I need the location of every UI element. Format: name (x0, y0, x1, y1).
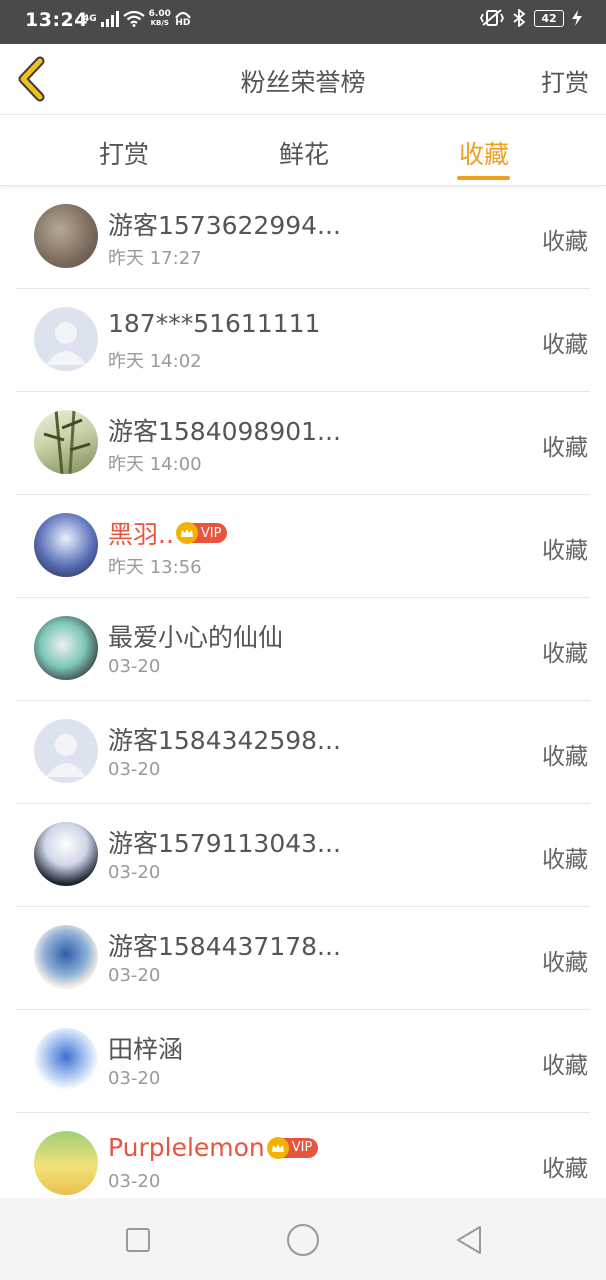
battery-indicator: 42 (534, 9, 564, 27)
user-name: 游客1584437178... (108, 932, 341, 961)
action-label: 收藏 (542, 435, 588, 461)
record-time: 03-20 (108, 1068, 161, 1089)
square-icon (126, 1228, 150, 1252)
avatar (34, 925, 98, 989)
record-time: 昨天 14:00 (108, 454, 202, 475)
network-type: 4G (83, 13, 97, 24)
record-time: 03-20 (108, 1171, 161, 1192)
action-label: 收藏 (542, 229, 588, 255)
vibrate-icon (480, 9, 504, 26)
record-time: 03-20 (108, 965, 161, 986)
avatar (34, 822, 98, 886)
wifi-icon (122, 11, 145, 27)
tab-favorites[interactable]: 收藏 (459, 135, 509, 171)
record-time: 昨天 14:02 (108, 351, 202, 372)
recents-button[interactable] (120, 1222, 156, 1258)
avatar (34, 307, 98, 371)
avatar (34, 616, 98, 680)
status-bar: 13:24 4G 6.00 KB/S HD 42 (0, 0, 606, 44)
user-name-text: 黑羽.. (108, 520, 174, 549)
app-header: 粉丝荣誉榜 打赏 (0, 44, 606, 115)
action-label: 收藏 (542, 1156, 588, 1182)
user-name-text: Purplelemon (108, 1133, 265, 1162)
action-label: 收藏 (542, 1053, 588, 1079)
action-label: 收藏 (542, 847, 588, 873)
avatar (34, 1028, 98, 1092)
user-name: 187***51611111 (108, 309, 321, 338)
action-label: 收藏 (542, 332, 588, 358)
default-avatar-icon (46, 734, 86, 777)
avatar (34, 719, 98, 783)
back-nav-button[interactable] (452, 1222, 488, 1258)
signal-icon (100, 11, 119, 27)
avatar (34, 1131, 98, 1195)
list-item[interactable]: 游客1573622994... 昨天 17:27 收藏 (16, 186, 590, 289)
user-name: Purplelemon VIP (108, 1133, 319, 1162)
record-time: 03-20 (108, 862, 161, 883)
list-item[interactable]: 187***51611111 昨天 14:02 收藏 (16, 289, 590, 392)
action-label: 收藏 (542, 950, 588, 976)
record-time: 03-20 (108, 656, 161, 677)
tip-button[interactable]: 打赏 (541, 63, 589, 98)
bluetooth-icon (513, 9, 526, 27)
list-item[interactable]: 田梓涵 03-20 收藏 (16, 1010, 590, 1113)
list-item[interactable]: 游客1584098901... 昨天 14:00 收藏 (16, 392, 590, 495)
avatar (34, 204, 98, 268)
status-time: 13:24 (25, 9, 88, 31)
page-title: 粉丝荣誉榜 (240, 68, 366, 97)
crown-icon (266, 1136, 289, 1159)
home-button[interactable] (285, 1222, 321, 1258)
charging-icon (572, 10, 582, 26)
action-label: 收藏 (542, 744, 588, 770)
user-name: 最爱小心的仙仙 (108, 623, 284, 652)
user-name: 游客1584342598... (108, 726, 341, 755)
vip-badge: VIP (266, 1136, 319, 1159)
list-item[interactable]: 游客1584342598... 03-20 收藏 (16, 701, 590, 804)
fan-list: 游客1573622994... 昨天 17:27 收藏 187***516111… (0, 186, 606, 1215)
default-avatar-icon (46, 322, 86, 365)
triangle-back-icon (457, 1226, 481, 1254)
user-name: 游客1579113043... (108, 829, 341, 858)
bamboo-avatar-image (43, 410, 91, 474)
crown-icon (175, 522, 198, 544)
avatar (34, 410, 98, 474)
tab-bar: 打赏 鲜花 收藏 (0, 115, 606, 186)
hd-call-indicator: HD (174, 11, 191, 28)
list-item[interactable]: 游客1584437178... 03-20 收藏 (16, 907, 590, 1010)
avatar (34, 513, 98, 577)
vip-badge: VIP (175, 522, 228, 544)
record-time: 昨天 17:27 (108, 248, 202, 269)
active-tab-indicator (457, 176, 510, 180)
user-name: 游客1584098901... (108, 417, 341, 446)
record-time: 昨天 13:56 (108, 557, 202, 578)
list-item[interactable]: 游客1579113043... 03-20 收藏 (16, 804, 590, 907)
list-item[interactable]: 最爱小心的仙仙 03-20 收藏 (16, 598, 590, 701)
system-nav-bar (0, 1198, 606, 1280)
network-speed: 6.00 KB/S (148, 9, 171, 28)
record-time: 03-20 (108, 759, 161, 780)
circle-icon (287, 1224, 319, 1256)
status-left-icons: 4G 6.00 KB/S HD (83, 10, 191, 28)
user-name: 黑羽.. VIP (108, 515, 228, 551)
status-right-icons: 42 (480, 9, 582, 27)
user-name: 游客1573622994... (108, 211, 341, 240)
action-label: 收藏 (542, 641, 588, 667)
list-item[interactable]: 黑羽.. VIP 昨天 13:56 收藏 (16, 495, 590, 598)
tab-tip[interactable]: 打赏 (99, 135, 149, 171)
tab-flowers[interactable]: 鲜花 (279, 135, 329, 171)
user-name: 田梓涵 (108, 1035, 184, 1064)
action-label: 收藏 (542, 538, 588, 564)
